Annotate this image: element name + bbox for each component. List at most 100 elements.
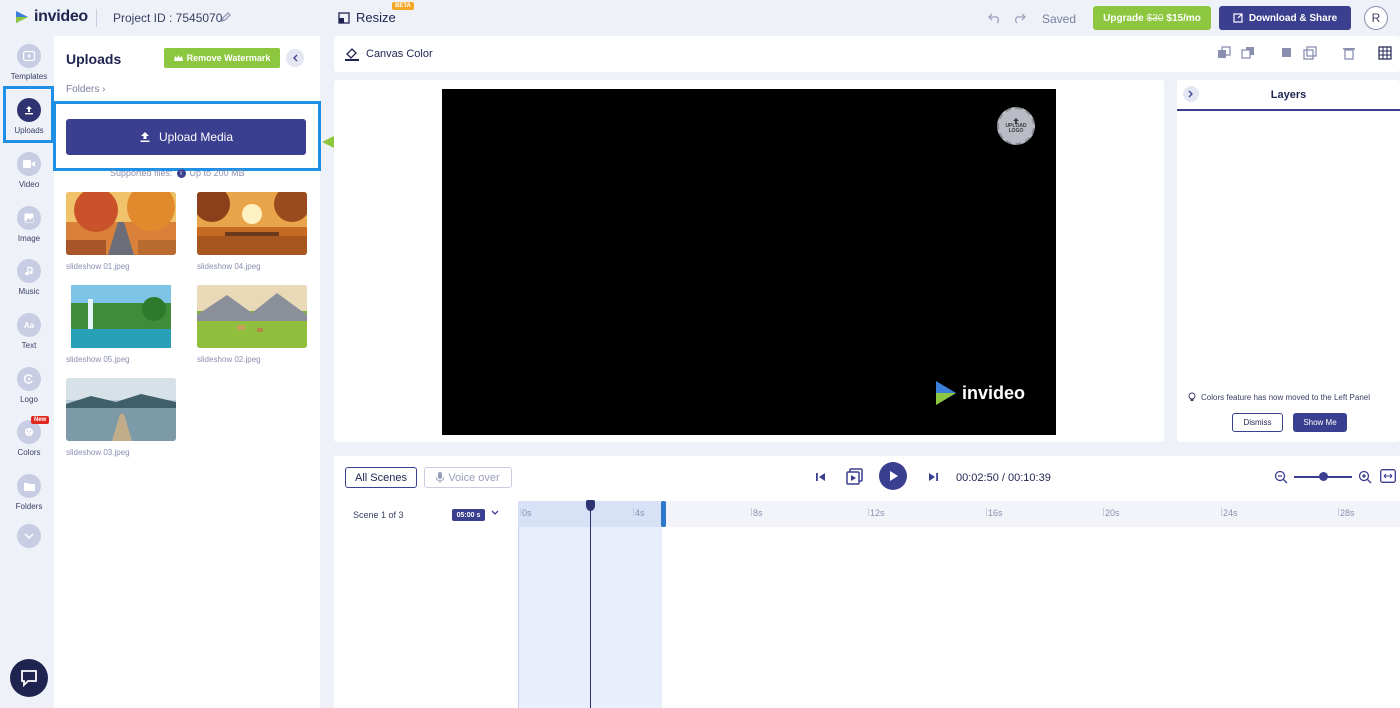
upgrade-price: $15/mo xyxy=(1166,12,1201,24)
collapse-panel-button[interactable] xyxy=(286,49,304,67)
upgrade-old-price: $30 xyxy=(1146,12,1164,24)
resize-icon xyxy=(338,11,350,24)
chat-button[interactable] xyxy=(10,659,48,697)
zoom-slider-handle[interactable] xyxy=(1319,472,1328,481)
uploads-panel: Uploads Remove Watermark Folders › Uploa… xyxy=(53,36,321,708)
play-icon xyxy=(890,471,898,481)
time-separator: / xyxy=(1001,472,1005,484)
thumbnail-label: slideshow 02.jpeg xyxy=(197,355,261,364)
nav-label: Logo xyxy=(20,395,38,404)
thumbnail-label: slideshow 03.jpeg xyxy=(66,448,130,457)
waterfall-image xyxy=(66,285,176,348)
chevron-down-icon xyxy=(17,524,41,548)
ruler-tick-label: 28s xyxy=(1340,508,1355,518)
nav-label: Folders xyxy=(15,502,43,511)
bring-front-icon[interactable] xyxy=(1217,46,1231,60)
media-thumbnail[interactable] xyxy=(66,285,176,348)
playhead-handle[interactable] xyxy=(586,500,595,511)
resize-label: Resize xyxy=(356,10,396,25)
play-button[interactable] xyxy=(879,462,907,490)
scene-duration-badge[interactable]: 05:00 s xyxy=(452,509,485,521)
chevron-right-icon: › xyxy=(102,84,106,95)
upload-media-button[interactable]: Upload Media xyxy=(66,119,306,155)
nav-item-video[interactable]: Video xyxy=(4,148,54,198)
remove-watermark-label: Remove Watermark xyxy=(186,53,271,63)
nav-item-colors[interactable]: Colors New xyxy=(4,416,54,466)
ruler-tick-label: 8s xyxy=(753,508,763,518)
timeline: All Scenes Voice over 00:02:50 / 00:10:3… xyxy=(334,456,1400,708)
beta-badge: BETA xyxy=(392,2,414,10)
zoom-out-icon[interactable] xyxy=(1274,470,1288,484)
preview-scene-icon[interactable] xyxy=(846,468,864,486)
nav-item-text[interactable]: Aa Text xyxy=(4,309,54,359)
undo-icon[interactable] xyxy=(988,11,1002,29)
voice-over-button[interactable]: Voice over xyxy=(424,467,512,488)
duplicate-icon[interactable] xyxy=(1303,46,1317,60)
media-thumbnail[interactable] xyxy=(66,378,176,441)
canvas-color-button[interactable]: Canvas Color xyxy=(344,46,433,62)
edit-icon[interactable] xyxy=(220,10,232,28)
grid-icon[interactable] xyxy=(1378,46,1392,60)
send-back-icon[interactable] xyxy=(1241,46,1255,60)
brand-name: invideo xyxy=(34,8,88,25)
skip-forward-icon[interactable] xyxy=(927,471,939,483)
nav-item-logo[interactable]: Logo xyxy=(4,363,54,413)
invideo-logo-icon xyxy=(16,11,28,23)
saved-status: Saved xyxy=(1042,12,1077,26)
folders-label: Folders xyxy=(66,84,100,95)
invideo-logo-icon xyxy=(936,381,956,405)
skip-back-icon[interactable] xyxy=(815,471,827,483)
invideo-logo[interactable]: invideo xyxy=(14,8,88,26)
trash-icon[interactable] xyxy=(1342,46,1356,60)
image-icon xyxy=(17,206,41,230)
chevron-down-icon[interactable] xyxy=(491,510,499,516)
time-display: 00:02:50 / 00:10:39 xyxy=(956,472,1051,484)
nav-more-button[interactable] xyxy=(4,520,54,570)
paint-bucket-icon xyxy=(345,48,359,61)
ruler-tick xyxy=(868,508,869,516)
media-thumbnail[interactable] xyxy=(197,285,307,348)
all-scenes-button[interactable]: All Scenes xyxy=(345,467,417,488)
mountain-village-image xyxy=(197,285,307,348)
thumbnail-label: slideshow 01.jpeg xyxy=(66,262,130,271)
dismiss-button[interactable]: Dismiss xyxy=(1232,413,1283,432)
ruler-tick-label: 4s xyxy=(635,508,645,518)
fit-timeline-icon[interactable] xyxy=(1380,469,1396,483)
remove-watermark-button[interactable]: Remove Watermark xyxy=(164,48,280,68)
nav-item-image[interactable]: Image xyxy=(4,202,54,252)
media-thumbnail[interactable] xyxy=(66,192,176,255)
current-time: 00:02:50 xyxy=(956,472,999,484)
supported-suffix: Up to 200 MB xyxy=(189,168,245,178)
show-me-button[interactable]: Show Me xyxy=(1293,413,1347,432)
watermark-text: invideo xyxy=(962,382,1026,403)
nav-label: Music xyxy=(18,287,40,296)
redo-icon[interactable] xyxy=(1012,11,1026,29)
upgrade-label: Upgrade xyxy=(1103,12,1144,24)
templates-icon xyxy=(17,44,41,68)
invideo-watermark: invideo xyxy=(934,379,1025,407)
upgrade-button[interactable]: Upgrade $30 $15/mo xyxy=(1093,6,1211,30)
text-icon: Aa xyxy=(17,313,41,337)
upload-logo-placeholder[interactable]: UPLOAD LOGO xyxy=(997,107,1035,145)
nav-label: Templates xyxy=(10,72,48,81)
avatar[interactable]: R xyxy=(1364,6,1388,30)
upload-icon xyxy=(140,132,150,142)
chevron-left-icon xyxy=(293,54,298,62)
media-thumbnail[interactable] xyxy=(197,192,307,255)
zoom-in-icon[interactable] xyxy=(1358,470,1372,484)
layers-panel: Layers Colors feature has now moved to t… xyxy=(1177,80,1400,442)
download-share-button[interactable]: Download & Share xyxy=(1219,6,1351,30)
resize-button[interactable]: Resize xyxy=(338,10,396,25)
nav-item-templates[interactable]: Templates xyxy=(4,40,54,90)
nav-item-folders[interactable]: Folders xyxy=(4,470,54,520)
nav-item-music[interactable]: Music xyxy=(4,255,54,305)
nav-label: Text xyxy=(21,341,37,350)
voice-over-label: Voice over xyxy=(448,471,500,484)
info-icon[interactable]: i xyxy=(176,168,186,178)
scene-trim-handle[interactable] xyxy=(661,501,666,527)
align-icon[interactable] xyxy=(1280,46,1294,60)
autumn-park-image xyxy=(197,192,307,255)
panel-title: Uploads xyxy=(66,51,122,67)
top-bar: invideo Project ID : 7545070 Resize BETA… xyxy=(0,0,1400,36)
folders-breadcrumb[interactable]: Folders › xyxy=(66,84,105,95)
